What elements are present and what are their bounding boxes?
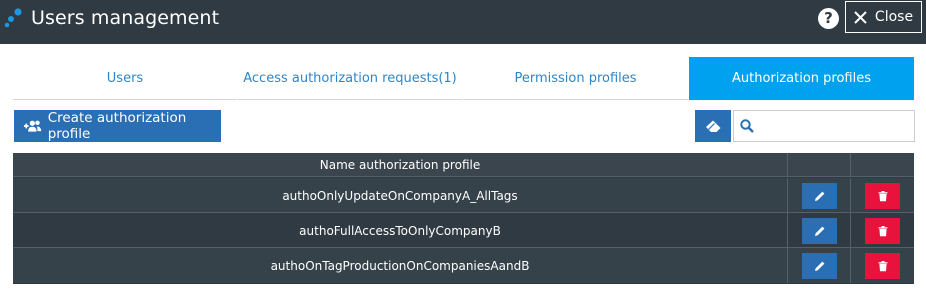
- trash-icon: [878, 226, 887, 237]
- profile-name: authoFullAccessToOnlyCompanyB: [13, 213, 788, 248]
- edit-cell: [789, 213, 851, 248]
- table-row: authoFullAccessToOnlyCompanyB: [13, 213, 914, 248]
- create-authorization-profile-label: Create authorization profile: [47, 110, 187, 142]
- table-row: authoOnTagProductionOnCompaniesAandB: [13, 248, 914, 283]
- page-title: Users management: [31, 7, 220, 29]
- edit-cell: [789, 178, 851, 213]
- edit-button[interactable]: [802, 183, 837, 209]
- column-header-delete: [852, 153, 914, 177]
- edit-button[interactable]: [802, 218, 837, 244]
- delete-button[interactable]: [865, 253, 900, 279]
- authorization-profiles-table: Name authorization profile authoOnlyUpda…: [13, 153, 914, 284]
- delete-cell: [852, 248, 914, 283]
- help-button[interactable]: ?: [818, 8, 839, 29]
- delete-button[interactable]: [865, 218, 900, 244]
- tab-authorization-profiles[interactable]: Authorization profiles: [689, 57, 914, 100]
- trash-icon: [878, 261, 887, 272]
- close-button[interactable]: Close: [845, 1, 922, 33]
- tab-access-authorization-requests[interactable]: Access authorization requests(1): [238, 57, 462, 100]
- pencil-icon: [814, 261, 824, 271]
- app-logo-icon: [4, 8, 22, 28]
- table-row: authoOnlyUpdateOnCompanyA_AllTags: [13, 178, 914, 213]
- column-header-edit: [789, 153, 851, 177]
- edit-cell: [789, 248, 851, 283]
- pencil-icon: [814, 226, 824, 236]
- title-bar: Users management ? Close: [0, 0, 926, 44]
- profile-name: authoOnTagProductionOnCompaniesAandB: [13, 248, 788, 283]
- column-header-name: Name authorization profile: [13, 153, 788, 177]
- search-icon: [740, 119, 754, 133]
- delete-button[interactable]: [865, 183, 900, 209]
- tab-bar: Users Access authorization requests(1) P…: [13, 57, 914, 100]
- edit-button[interactable]: [802, 253, 837, 279]
- table-header: Name authorization profile: [13, 153, 914, 177]
- close-label: Close: [874, 9, 914, 25]
- trash-icon: [878, 191, 887, 202]
- profile-name: authoOnlyUpdateOnCompanyA_AllTags: [13, 178, 788, 213]
- clear-search-button[interactable]: [695, 110, 731, 142]
- tab-permission-profiles[interactable]: Permission profiles: [463, 57, 688, 100]
- eraser-icon: [705, 120, 720, 132]
- delete-cell: [852, 213, 914, 248]
- search-input[interactable]: [758, 113, 912, 139]
- search-box: [733, 110, 915, 142]
- add-users-icon: [23, 120, 42, 132]
- close-icon: [854, 10, 867, 24]
- create-authorization-profile-button[interactable]: Create authorization profile: [14, 110, 221, 142]
- delete-cell: [852, 178, 914, 213]
- tab-users[interactable]: Users: [13, 57, 237, 100]
- pencil-icon: [814, 191, 824, 201]
